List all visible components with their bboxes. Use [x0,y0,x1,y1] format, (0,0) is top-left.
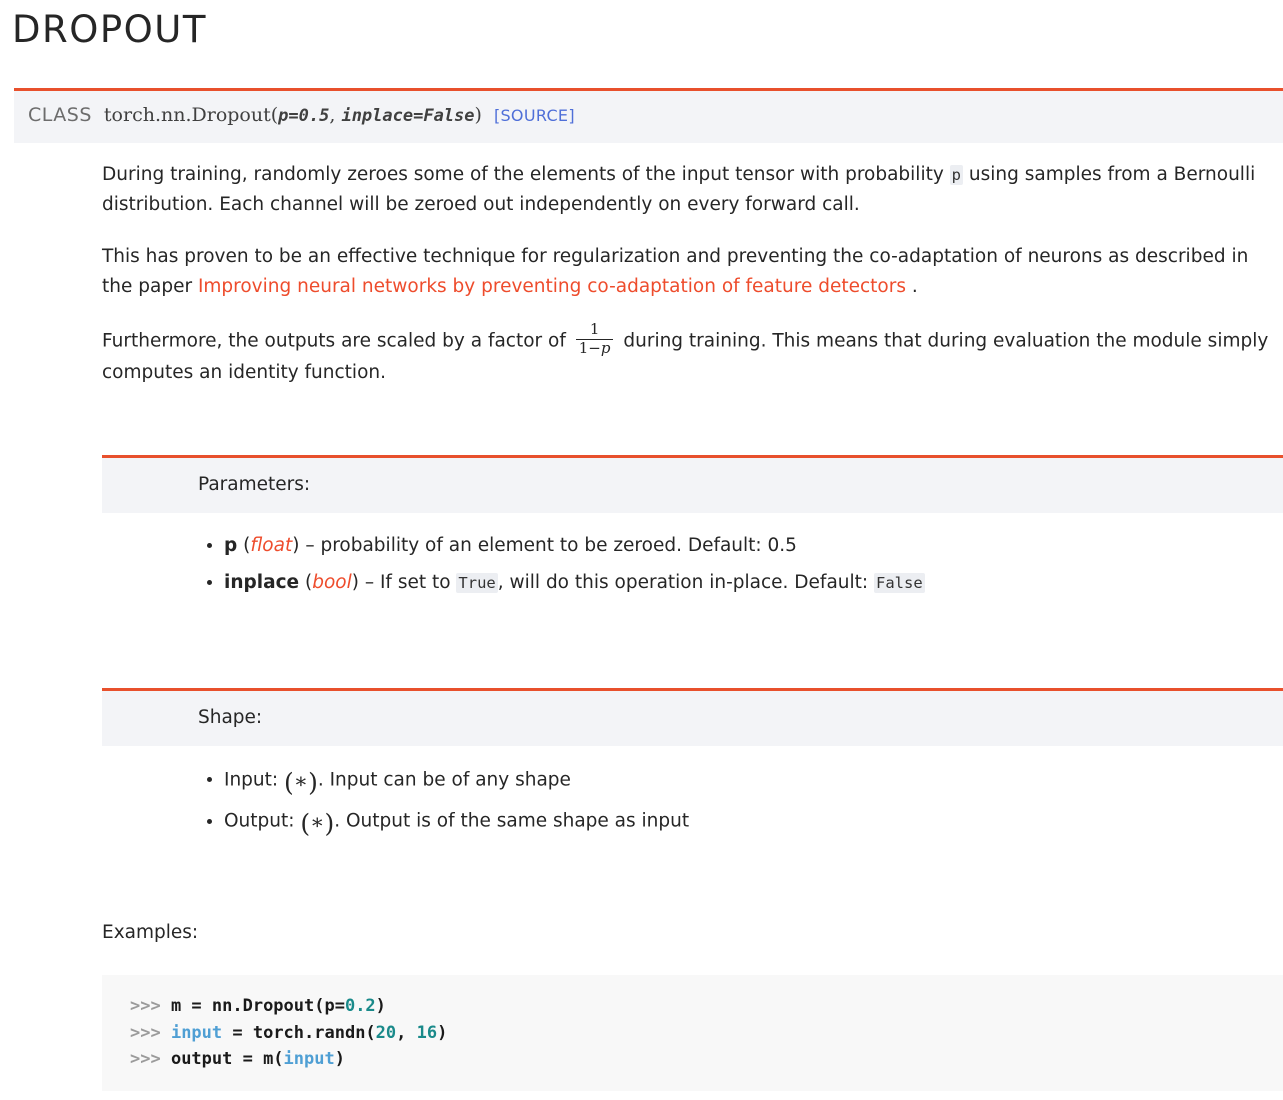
signature-param-separator: , [329,104,342,126]
fraction-one-over-one-minus-p: 1 1−p [575,319,614,357]
signature-close-paren: ) [474,104,482,126]
class-signature-line: CLASS torch.nn.Dropout(p=0.5, inplace=Fal… [28,103,1283,129]
class-signature-block: CLASS torch.nn.Dropout(p=0.5, inplace=Fal… [14,88,1283,143]
code-token-prompt: >>> [130,1022,171,1043]
paragraph3-text-before-math: Furthermore, the outputs are scaled by a… [102,330,572,352]
code-token-num: 20 [375,1022,397,1043]
shape-input-description: . Input can be of any shape [317,769,571,791]
paragraph-scaling-description: Furthermore, the outputs are scaled by a… [102,319,1280,388]
parameter-type-close-paren-inplace: ) [351,571,359,593]
parameter-name-inplace: inplace [224,571,300,593]
code-line: >>> output = m(input) [130,1046,1283,1073]
parameters-list: p (float) – probability of an element to… [102,531,1283,598]
source-link[interactable]: [SOURCE] [494,106,575,125]
parameters-heading: Parameters: [102,455,1283,513]
class-keyword-label: CLASS [28,104,92,126]
parameter-type-inplace: bool [312,571,352,593]
math-open-paren-output: ( [300,809,311,838]
code-token-plain: , [396,1022,417,1043]
code-token-plain: output = m( [170,1049,284,1070]
paragraph2-text-after-link: . [905,275,918,297]
page-title: DROPOUT [12,8,207,51]
math-asterisk-output: ∗ [310,810,325,835]
fraction-numerator: 1 [589,319,600,338]
parameter-description-inplace-part1: – If set to [358,571,457,593]
paragraph-regularization-description: This has proven to be an effective techn… [102,242,1280,302]
math-close-paren-input: ) [308,767,318,797]
shape-section: Shape: Input: (∗). Input can be of any s… [102,688,1283,846]
inline-code-true: True [456,572,498,593]
signature-param-inplace: inplace=False [341,106,475,126]
parameter-description-p: – probability of an element to be zeroed… [299,535,797,556]
parameter-name-p: p [224,535,238,556]
class-qualified-name: torch.nn.Dropout [103,104,271,126]
list-item: inplace (bool) – If set to True, will do… [224,568,1283,598]
parameter-type-p: float [250,535,293,556]
code-token-plain: = torch.randn( [222,1022,376,1043]
list-item: p (float) – probability of an element to… [224,531,1283,561]
code-line: >>> m = nn.Dropout(p=0.2) [130,993,1283,1020]
denominator-lhs: 1 [578,338,589,357]
math-asterisk-input: ∗ [293,769,309,793]
math-open-paren-input: ( [284,767,294,797]
code-token-prompt: >>> [130,1049,171,1070]
code-token-name: input [170,1022,223,1043]
code-token-name: input [283,1049,335,1070]
examples-label: Examples: [102,922,199,943]
denominator-operator: − [588,338,601,357]
signature-param-p: p=0.5 [278,106,330,126]
code-token-plain: ) [375,996,386,1016]
parameters-section: Parameters: p (float) – probability of a… [102,455,1283,605]
code-token-plain: ) [437,1022,448,1043]
shape-output-label: Output: [224,810,301,832]
math-close-paren-output: ) [324,809,335,838]
paragraph1-text-before-code: During training, randomly zeroes some of… [102,164,950,185]
code-token-prompt: >>> [130,996,171,1016]
inline-code-false: False [874,572,925,593]
inline-code-p: p [949,165,964,185]
fraction-denominator: 1−p [575,338,614,357]
code-token-num: 16 [416,1022,438,1043]
shape-list: Input: (∗). Input can be of any shape Ou… [102,764,1283,839]
list-item: Output: (∗). Output is of the same shape… [224,805,1283,839]
parameter-description-inplace-part2: , will do this operation in-place. Defau… [497,571,875,593]
paper-link[interactable]: Improving neural networks by preventing … [198,276,906,297]
code-line: >>> input = torch.randn(20, 16) [130,1020,1283,1047]
example-code-block[interactable]: >>> m = nn.Dropout(p=0.2) >>> input = tor… [102,975,1283,1091]
list-item: Input: (∗). Input can be of any shape [224,764,1283,798]
code-token-plain: ) [334,1049,345,1070]
description-content: During training, randomly zeroes some of… [102,160,1280,410]
denominator-variable-p: p [600,338,611,357]
code-token-plain: m = nn.Dropout(p= [170,996,345,1016]
code-token-num: 0.2 [344,996,376,1016]
shape-output-description: . Output is of the same shape as input [334,810,690,832]
paragraph-training-description: During training, randomly zeroes some of… [102,160,1280,220]
shape-heading: Shape: [102,688,1283,746]
shape-input-label: Input: [224,769,285,791]
